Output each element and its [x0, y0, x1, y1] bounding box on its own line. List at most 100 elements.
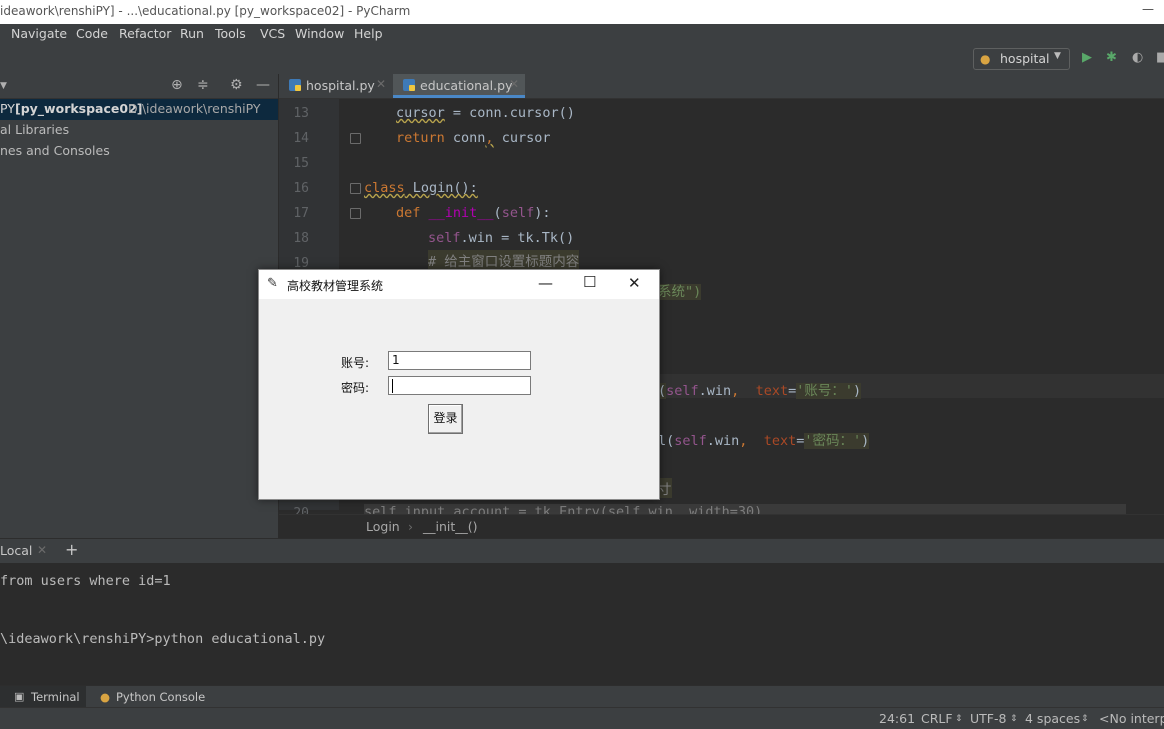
window-minimize-icon[interactable]: —	[1142, 2, 1154, 16]
terminal-line: from users where id=1	[0, 573, 171, 589]
login-dialog-window: ✎ 高校教材管理系统 — ☐ ✕ 账号: 1 密码: 登录	[258, 269, 660, 500]
code-line-17: def __init__(self):	[396, 205, 550, 221]
status-indent[interactable]: 4 spaces	[1025, 711, 1080, 726]
menu-navigate[interactable]: Navigate	[11, 26, 67, 41]
code-line-28-tail: 寸	[658, 478, 672, 498]
python-icon: ●	[100, 690, 111, 704]
code-line-19: # 给主窗口设置标题内容	[428, 250, 580, 269]
code-token: conn	[444, 130, 486, 146]
toolwindow-label: Python Console	[116, 690, 206, 704]
window-title: ideawork\renshiPY] - ...\educational.py …	[0, 4, 411, 18]
fold-marker-icon[interactable]	[350, 208, 361, 219]
toolwindow-label: Terminal	[31, 690, 80, 704]
password-input[interactable]	[388, 376, 531, 395]
locate-icon[interactable]: ⊕	[171, 77, 183, 93]
code-token: __init__	[420, 205, 494, 221]
terminal-output[interactable]: from users where id=1 \ideawork\renshiPY…	[0, 563, 1164, 685]
code-token: def	[396, 205, 421, 221]
text-caret	[392, 378, 393, 393]
python-file-icon	[289, 79, 301, 91]
code-token: )	[861, 433, 870, 449]
menu-tools[interactable]: Tools	[215, 26, 246, 41]
menu-vcs[interactable]: VCS	[260, 26, 285, 41]
code-token: =	[788, 383, 797, 399]
close-icon[interactable]: ✕	[509, 77, 519, 91]
chevron-updown-icon: ⇕	[1010, 714, 1018, 724]
breadcrumb-class[interactable]: Login	[366, 519, 400, 534]
menu-code[interactable]: Code	[76, 26, 108, 41]
tree-item-scratches-consoles[interactable]: nes and Consoles	[0, 141, 278, 162]
project-panel-header: ▼ ⊕ ≑ ⚙ —	[0, 74, 278, 99]
code-line-20-tail: 系统")	[658, 280, 702, 300]
tree-item-project-root[interactable]: PY [py_workspace02] D:\ideawork\renshiPY	[0, 99, 278, 120]
hide-panel-icon[interactable]: —	[256, 77, 270, 93]
tk-feather-icon: ✎	[267, 276, 278, 291]
toolwindow-terminal[interactable]: ▣ Terminal	[0, 686, 86, 708]
menu-help[interactable]: Help	[354, 26, 383, 41]
status-encoding[interactable]: UTF-8	[970, 711, 1006, 726]
gear-icon[interactable]: ⚙	[230, 77, 243, 93]
status-line-separator[interactable]: CRLF	[921, 711, 953, 726]
chevron-updown-icon: ⇕	[1081, 714, 1089, 724]
toolwindow-python-console[interactable]: ● Python Console	[92, 686, 212, 708]
tab-label: hospital.py	[306, 78, 375, 93]
collapse-all-icon[interactable]: ≑	[197, 77, 209, 93]
close-icon[interactable]: ✕	[628, 274, 641, 292]
tab-educational-py[interactable]: educational.py ✕	[393, 74, 525, 98]
code-token: .win = tk.Tk()	[460, 230, 575, 246]
tree-item-external-libraries[interactable]: al Libraries	[0, 120, 278, 141]
code-line-16: class Login():	[364, 180, 478, 196]
tree-item-label: al Libraries	[0, 122, 70, 137]
terminal-tab-local[interactable]: Local	[0, 543, 32, 558]
line-number: 14	[293, 131, 309, 146]
code-token: (	[493, 205, 502, 221]
code-token: .win	[706, 433, 740, 449]
menu-refactor[interactable]: Refactor	[119, 26, 171, 41]
code-token: l(	[658, 433, 675, 449]
code-line-18: self.win = tk.Tk()	[428, 230, 574, 246]
code-token: .win	[698, 383, 732, 399]
tree-item-project-name: [py_workspace02]	[15, 101, 143, 116]
account-input[interactable]: 1	[388, 351, 531, 370]
terminal-icon: ▣	[14, 690, 25, 703]
line-number: 15	[293, 156, 309, 171]
close-icon[interactable]: ✕	[37, 543, 47, 557]
close-icon[interactable]: ✕	[376, 77, 386, 91]
code-token: class	[364, 180, 405, 196]
code-line-26-tail: l(self.win, text='密码：')	[658, 429, 870, 449]
fold-marker-icon[interactable]	[350, 133, 361, 144]
line-number: 20	[293, 506, 309, 514]
status-interpreter[interactable]: <No interp	[1099, 711, 1164, 726]
new-terminal-icon[interactable]: +	[65, 540, 78, 559]
maximize-icon[interactable]: ☐	[583, 273, 596, 291]
stop-icon[interactable]: ■	[1156, 50, 1164, 65]
code-line-29-partial: self.input_account = tk.Entry(self.win, …	[364, 504, 1126, 514]
tree-item-label: nes and Consoles	[0, 143, 110, 158]
breadcrumb-method[interactable]: __init__()	[423, 519, 478, 534]
status-caret-position[interactable]: 24:61	[879, 711, 915, 726]
chevron-down-icon[interactable]: ▼	[0, 81, 7, 91]
chevron-down-icon: ▼	[1054, 51, 1061, 61]
code-token: text	[755, 383, 789, 399]
code-token: = conn.cursor()	[444, 105, 575, 121]
code-token: 系统")	[658, 284, 702, 300]
code-token: self	[674, 433, 707, 449]
tab-hospital-py[interactable]: hospital.py ✕	[279, 74, 392, 98]
minimize-icon[interactable]: —	[538, 274, 553, 292]
fold-marker-icon[interactable]	[350, 183, 361, 194]
tree-item-path: D:\ideawork\renshiPY	[128, 101, 261, 116]
code-token: '账号：'	[796, 383, 853, 399]
run-icon[interactable]: ▶	[1082, 50, 1092, 65]
menu-run[interactable]: Run	[180, 26, 204, 41]
menu-window[interactable]: Window	[295, 26, 344, 41]
code-token: return	[396, 130, 445, 146]
password-label: 密码:	[341, 381, 370, 395]
chevron-updown-icon: ⇕	[955, 714, 963, 724]
code-token: text	[763, 433, 797, 449]
coverage-icon[interactable]: ◐	[1132, 50, 1143, 65]
run-configuration-selector[interactable]: ● hospital ▼	[973, 48, 1070, 70]
login-button[interactable]: 登录	[428, 404, 463, 434]
debug-icon[interactable]: ✱	[1106, 50, 1117, 65]
line-number: 16	[293, 181, 309, 196]
dialog-title: 高校教材管理系统	[287, 279, 384, 293]
